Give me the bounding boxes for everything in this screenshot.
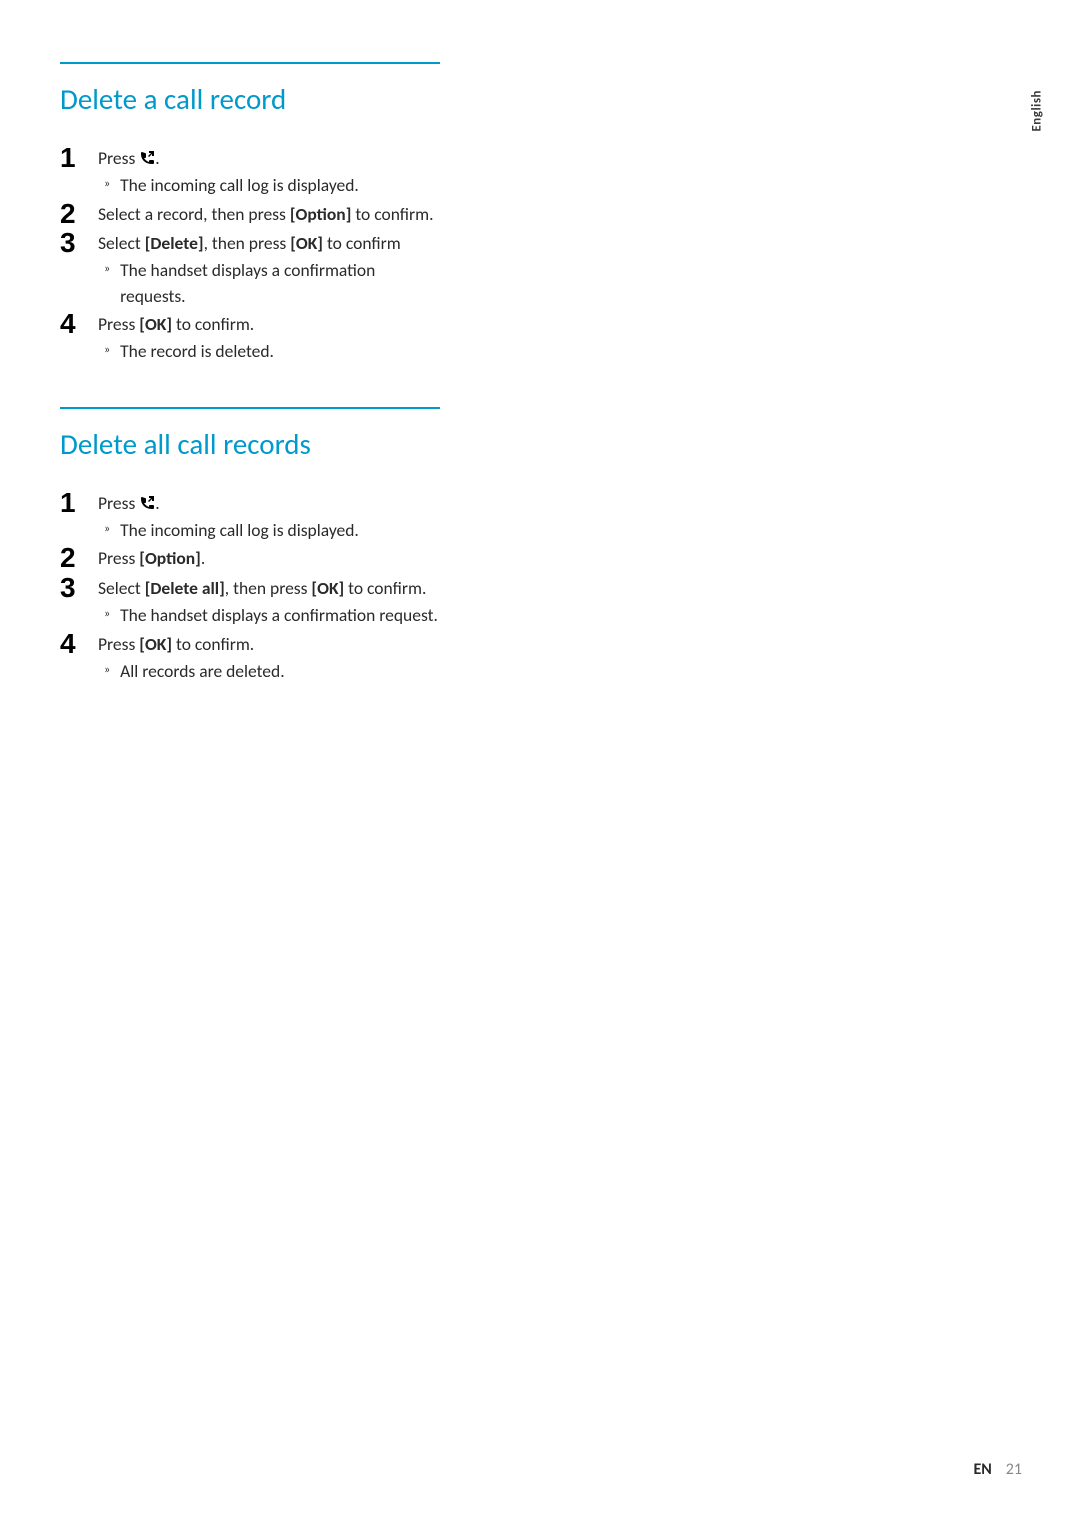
- result-text: The incoming call log is displayed.: [120, 173, 440, 198]
- step-number: 1: [60, 488, 98, 517]
- step-body: Select [Delete all], then press [OK] to …: [98, 573, 440, 629]
- step-number: 3: [60, 228, 98, 257]
- section-heading-delete-record: Delete a call record: [60, 82, 440, 117]
- call-log-icon: [139, 148, 155, 164]
- page-footer: EN 21: [973, 1460, 1022, 1479]
- section-divider: [60, 62, 440, 64]
- step-body: Press [OK] to confirm. » The record is d…: [98, 309, 440, 365]
- step-number: 1: [60, 143, 98, 172]
- step-text-part: Press: [98, 633, 139, 655]
- result-arrow-icon: »: [98, 518, 120, 538]
- step-item: 4 Press [OK] to confirm. » All records a…: [60, 629, 440, 685]
- step-text-part: Press: [98, 547, 139, 569]
- step-number: 2: [60, 543, 98, 572]
- step-text-part: to confirm.: [172, 633, 254, 655]
- language-tab: English: [1030, 90, 1045, 132]
- step-text-part: Press: [98, 313, 139, 335]
- result-arrow-icon: »: [98, 339, 120, 359]
- step-text-part: to confirm.: [344, 577, 426, 599]
- step-item: 2 Select a record, then press [Option] t…: [60, 199, 440, 228]
- result-arrow-icon: »: [98, 173, 120, 193]
- step-text-part: .: [201, 547, 205, 569]
- result-text: The handset displays a confirmation requ…: [120, 258, 440, 309]
- step-text-key: [OK]: [139, 633, 172, 655]
- step-number: 2: [60, 199, 98, 228]
- section-heading-delete-all: Delete all call records: [60, 427, 440, 462]
- document-page: English Delete a call record 1 Press . »…: [0, 0, 1080, 1527]
- step-text-part: , then press: [225, 577, 312, 599]
- step-number: 3: [60, 573, 98, 602]
- step-text-part: Select: [98, 577, 145, 599]
- step-item: 3 Select [Delete all], then press [OK] t…: [60, 573, 440, 629]
- step-text-part: , then press: [204, 232, 291, 254]
- step-list: 1 Press . » The incoming call log is dis…: [60, 488, 440, 685]
- step-body: Press [OK] to confirm. » All records are…: [98, 629, 440, 685]
- step-text-key: [Delete all]: [145, 577, 225, 599]
- step-text-part: Select a record, then press: [98, 203, 290, 225]
- step-body: Press [Option].: [98, 543, 440, 571]
- step-item: 4 Press [OK] to confirm. » The record is…: [60, 309, 440, 365]
- step-text-key: [Option]: [290, 203, 352, 225]
- step-result: » The incoming call log is displayed.: [98, 173, 440, 198]
- step-text-key: [OK]: [139, 313, 172, 335]
- step-result: » The incoming call log is displayed.: [98, 518, 440, 543]
- result-text: The incoming call log is displayed.: [120, 518, 440, 543]
- step-item: 3 Select [Delete], then press [OK] to co…: [60, 228, 440, 309]
- call-log-icon: [139, 493, 155, 509]
- step-text-key: [Delete]: [145, 232, 204, 254]
- step-result: » The handset displays a confirmation re…: [98, 258, 440, 309]
- result-text: The handset displays a confirmation requ…: [120, 603, 440, 628]
- section-divider: [60, 407, 440, 409]
- footer-lang: EN: [973, 1460, 991, 1479]
- step-text-key: [OK]: [290, 232, 323, 254]
- step-item: 1 Press . » The incoming call log is dis…: [60, 488, 440, 544]
- result-arrow-icon: »: [98, 603, 120, 623]
- content-column: Delete a call record 1 Press . » The inc…: [60, 62, 440, 684]
- step-number: 4: [60, 629, 98, 658]
- step-item: 1 Press . » The incoming call log is dis…: [60, 143, 440, 199]
- step-text-part: to confirm: [323, 232, 401, 254]
- step-body: Press . » The incoming call log is displ…: [98, 143, 440, 199]
- step-text-key: [OK]: [311, 577, 344, 599]
- step-text-prefix: Press: [98, 492, 139, 514]
- step-number: 4: [60, 309, 98, 338]
- step-list: 1 Press . » The incoming call log is dis…: [60, 143, 440, 365]
- result-arrow-icon: »: [98, 258, 120, 278]
- step-text-part: Select: [98, 232, 145, 254]
- step-item: 2 Press [Option].: [60, 543, 440, 572]
- step-body: Select a record, then press [Option] to …: [98, 199, 440, 227]
- step-result: » The record is deleted.: [98, 339, 440, 364]
- step-body: Select [Delete], then press [OK] to conf…: [98, 228, 440, 309]
- step-body: Press . » The incoming call log is displ…: [98, 488, 440, 544]
- result-text: All records are deleted.: [120, 659, 440, 684]
- result-arrow-icon: »: [98, 659, 120, 679]
- step-text-suffix: .: [155, 147, 159, 169]
- step-text-prefix: Press: [98, 147, 139, 169]
- step-text-suffix: .: [155, 492, 159, 514]
- step-text-part: to confirm.: [172, 313, 254, 335]
- step-text-key: [Option]: [139, 547, 201, 569]
- footer-page-number: 21: [1006, 1460, 1022, 1479]
- step-result: » The handset displays a confirmation re…: [98, 603, 440, 628]
- step-result: » All records are deleted.: [98, 659, 440, 684]
- step-text-part: to confirm.: [351, 203, 433, 225]
- result-text: The record is deleted.: [120, 339, 440, 364]
